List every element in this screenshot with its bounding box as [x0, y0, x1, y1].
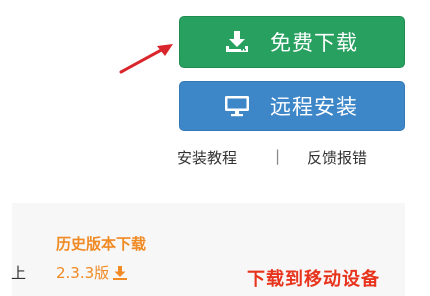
free-download-button[interactable]: 免费下载: [179, 16, 405, 68]
version-label: 2.3.3版: [56, 264, 110, 282]
install-tutorial-link[interactable]: 安装教程: [177, 147, 237, 168]
download-tray-icon: [226, 31, 248, 52]
monitor-icon: [225, 96, 249, 117]
remote-install-button[interactable]: 远程安装: [179, 81, 405, 131]
download-to-mobile-annotation: 下载到移动设备: [247, 269, 380, 290]
feedback-report-link[interactable]: 反馈报错: [307, 147, 367, 168]
remote-install-label: 远程安装: [270, 95, 358, 119]
truncated-text: 上: [11, 264, 27, 282]
annotation-arrow-icon: [119, 44, 173, 74]
free-download-label: 免费下载: [270, 31, 358, 55]
link-separator: |: [275, 147, 281, 165]
history-versions-title: 历史版本下载: [56, 235, 147, 253]
download-icon: [113, 265, 128, 280]
version-download-link[interactable]: 2.3.3版: [56, 262, 128, 283]
